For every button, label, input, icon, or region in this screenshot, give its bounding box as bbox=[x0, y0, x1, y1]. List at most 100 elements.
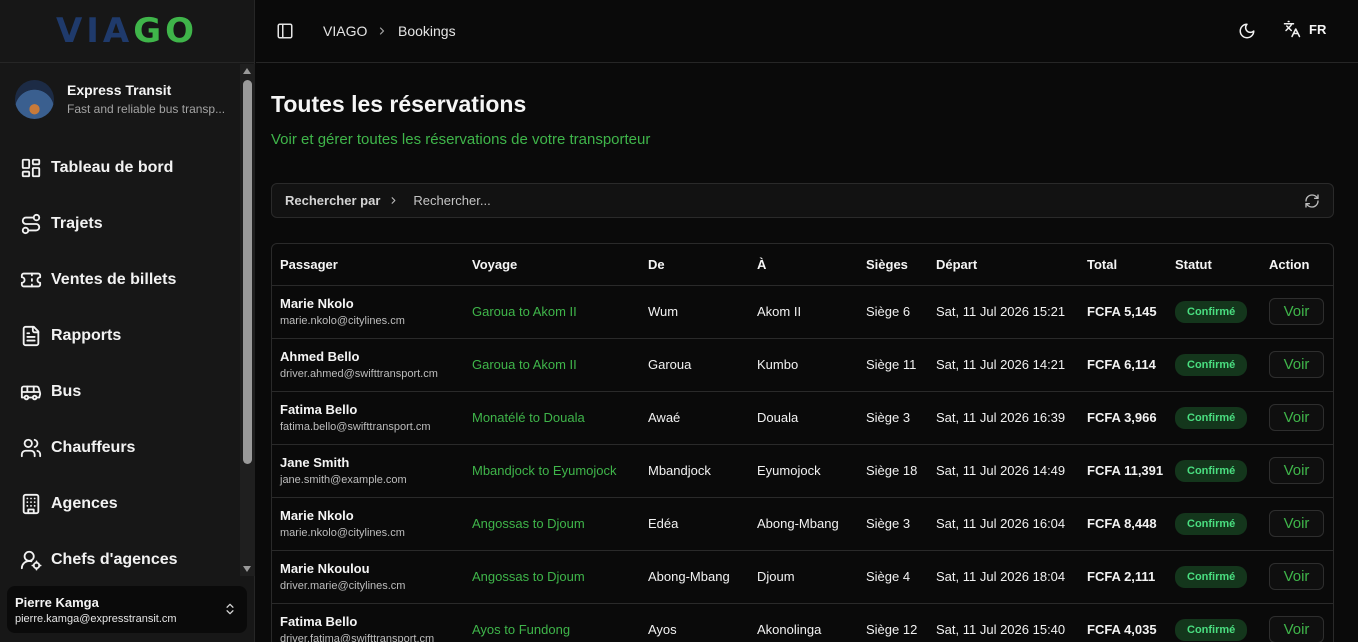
company-subtitle: Fast and reliable bus transp... bbox=[67, 102, 226, 116]
view-button[interactable]: Voir bbox=[1269, 616, 1324, 642]
sidebar-item-label: Ventes de billets bbox=[51, 271, 177, 288]
moon-icon[interactable] bbox=[1238, 22, 1256, 40]
seat-cell: Siège 12 bbox=[858, 603, 928, 642]
from-cell: Edéa bbox=[640, 497, 749, 551]
sidebar-item-drivers[interactable]: Chauffeurs bbox=[0, 420, 240, 476]
sidebar-item-bus[interactable]: Bus bbox=[0, 364, 240, 420]
departure-cell: Sat, 11 Jul 2026 14:21 bbox=[928, 338, 1079, 392]
trip-link[interactable]: Mbandjock to Eyumojock bbox=[472, 463, 617, 478]
scrollbar-thumb[interactable] bbox=[243, 80, 252, 464]
route-icon bbox=[21, 213, 41, 235]
column-header-trip: Voyage bbox=[464, 244, 640, 286]
sidebar-item-label: Chefs d'agences bbox=[51, 551, 178, 568]
company-switcher[interactable]: Express Transit Fast and reliable bus tr… bbox=[0, 64, 240, 134]
sidebar-toggle-icon[interactable] bbox=[276, 22, 294, 40]
to-cell: Kumbo bbox=[749, 338, 858, 392]
sidebar-scrollbar[interactable] bbox=[240, 64, 255, 576]
breadcrumb-root[interactable]: VIAGO bbox=[323, 23, 367, 39]
total-cell: FCFA 5,145 bbox=[1079, 285, 1167, 339]
to-cell: Akonolinga bbox=[749, 603, 858, 642]
table-row: Marie Nkolo marie.nkolo@citylines.cm Angos… bbox=[272, 497, 1333, 551]
trip-cell: Angossas to Djoum bbox=[464, 550, 640, 604]
sidebar-item-agencies[interactable]: Agences bbox=[0, 476, 240, 532]
scroll-up-arrow-icon[interactable] bbox=[243, 68, 251, 74]
table-row: Marie Nkoulou driver.marie@citylines.cm An… bbox=[272, 550, 1333, 604]
users-icon bbox=[20, 438, 42, 458]
view-button[interactable]: Voir bbox=[1269, 457, 1324, 484]
logo-via: VIA bbox=[55, 11, 134, 51]
trip-link[interactable]: Angossas to Djoum bbox=[472, 569, 585, 584]
search-input[interactable] bbox=[413, 193, 1274, 208]
to-cell: Akom II bbox=[749, 285, 858, 339]
departure-cell: Sat, 11 Jul 2026 15:40 bbox=[928, 603, 1079, 642]
column-header-to: À bbox=[749, 244, 858, 286]
trip-link[interactable]: Garoua to Akom II bbox=[472, 304, 577, 319]
table-row: Fatima Bello fatima.bello@swifttransport.… bbox=[272, 391, 1333, 445]
sidebar-item-agency-heads[interactable]: Chefs d'agences bbox=[0, 532, 240, 588]
page-title: Toutes les réservations bbox=[271, 91, 527, 117]
action-cell: Voir bbox=[1261, 444, 1333, 498]
passenger-name: Fatima Bello bbox=[280, 614, 358, 629]
column-header-total: Total bbox=[1079, 244, 1167, 286]
passenger-email: driver.fatima@swifttransport.cm bbox=[280, 633, 435, 642]
view-button[interactable]: Voir bbox=[1269, 351, 1324, 378]
from-cell: Awaé bbox=[640, 391, 749, 445]
passenger-cell: Marie Nkoulou driver.marie@citylines.cm bbox=[272, 550, 464, 604]
passenger-email: marie.nkolo@citylines.cm bbox=[280, 527, 405, 539]
refresh-icon[interactable] bbox=[1304, 193, 1320, 209]
to-cell: Abong-Mbang bbox=[749, 497, 858, 551]
user-menu[interactable]: Pierre Kamga pierre.kamga@expresstransit… bbox=[7, 586, 247, 633]
status-cell: Confirmé bbox=[1167, 285, 1261, 339]
seat-cell: Siège 18 bbox=[858, 444, 928, 498]
view-button[interactable]: Voir bbox=[1269, 510, 1324, 537]
sidebar-item-routes[interactable]: Trajets bbox=[0, 196, 240, 252]
table-row: Marie Nkolo marie.nkolo@citylines.cm Garou… bbox=[272, 285, 1333, 339]
view-button[interactable]: Voir bbox=[1269, 404, 1324, 431]
seat-cell: Siège 3 bbox=[858, 497, 928, 551]
app-root: VIA GO Express Transit Fast and reliable … bbox=[0, 0, 1358, 642]
sidebar-item-label: Rapports bbox=[51, 327, 122, 344]
passenger-name: Ahmed Bello bbox=[280, 349, 360, 364]
bookings-table: Passager Voyage De À Sièges Départ Total… bbox=[271, 243, 1334, 642]
sidebar-item-ticket-sales[interactable]: Ventes de billets bbox=[0, 252, 240, 308]
table-header-row: Passager Voyage De À Sièges Départ Total… bbox=[272, 244, 1333, 286]
trip-cell: Monatélé to Douala bbox=[464, 391, 640, 445]
total-cell: FCFA 6,114 bbox=[1079, 338, 1167, 392]
departure-cell: Sat, 11 Jul 2026 14:49 bbox=[928, 444, 1079, 498]
trip-link[interactable]: Angossas to Djoum bbox=[472, 516, 585, 531]
trip-cell: Angossas to Djoum bbox=[464, 497, 640, 551]
logo-go: GO bbox=[133, 11, 199, 51]
trip-link[interactable]: Garoua to Akom II bbox=[472, 357, 577, 372]
report-icon bbox=[22, 325, 40, 347]
viago-logo[interactable]: VIA GO bbox=[0, 0, 254, 63]
status-cell: Confirmé bbox=[1167, 444, 1261, 498]
view-button[interactable]: Voir bbox=[1269, 563, 1324, 590]
passenger-email: driver.ahmed@swifttransport.cm bbox=[280, 368, 438, 380]
passenger-name: Marie Nkolo bbox=[280, 296, 354, 311]
status-badge: Confirmé bbox=[1175, 353, 1248, 376]
passenger-cell: Ahmed Bello driver.ahmed@swifttransport.c… bbox=[272, 338, 464, 392]
status-cell: Confirmé bbox=[1167, 603, 1261, 642]
status-cell: Confirmé bbox=[1167, 391, 1261, 445]
passenger-cell: Fatima Bello fatima.bello@swifttransport.… bbox=[272, 391, 464, 445]
status-badge: Confirmé bbox=[1175, 618, 1248, 641]
passenger-cell: Fatima Bello driver.fatima@swifttransport… bbox=[272, 603, 464, 642]
search-by-dropdown[interactable]: Rechercher par bbox=[285, 193, 380, 208]
trip-link[interactable]: Monatélé to Douala bbox=[472, 410, 585, 425]
sidebar-item-dashboard[interactable]: Tableau de bord bbox=[0, 140, 240, 196]
column-header-status: Statut bbox=[1167, 244, 1261, 286]
scroll-down-arrow-icon[interactable] bbox=[243, 566, 251, 572]
passenger-email: marie.nkolo@citylines.cm bbox=[280, 315, 405, 327]
total-cell: FCFA 2,111 bbox=[1079, 550, 1167, 604]
status-cell: Confirmé bbox=[1167, 550, 1261, 604]
view-button[interactable]: Voir bbox=[1269, 298, 1324, 325]
language-switcher[interactable]: FR bbox=[1283, 20, 1326, 38]
trip-link[interactable]: Ayos to Fundong bbox=[472, 622, 570, 637]
seat-cell: Siège 11 bbox=[858, 338, 928, 392]
language-label: FR bbox=[1309, 21, 1327, 37]
status-cell: Confirmé bbox=[1167, 497, 1261, 551]
passenger-email: fatima.bello@swifttransport.cm bbox=[280, 421, 431, 433]
top-bar: VIAGO Bookings FR bbox=[256, 0, 1358, 63]
sidebar-item-label: Agences bbox=[51, 495, 118, 512]
sidebar-item-reports[interactable]: Rapports bbox=[0, 308, 240, 364]
